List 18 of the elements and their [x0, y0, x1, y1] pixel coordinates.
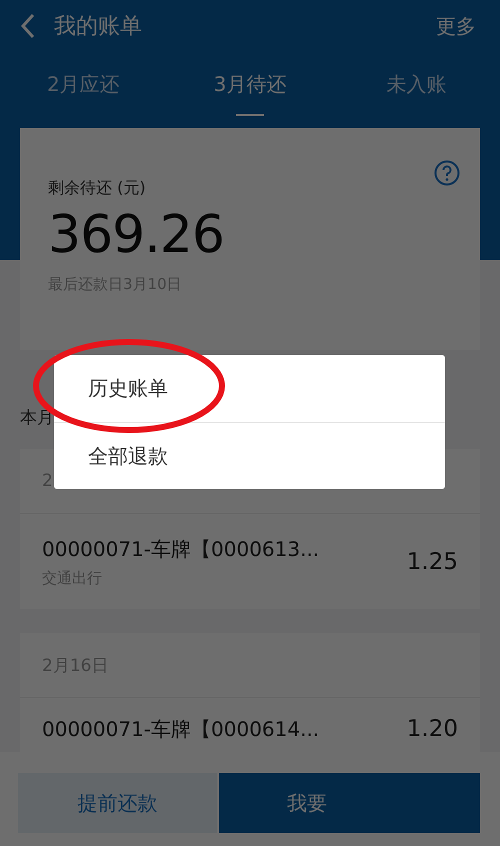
- balance-label: 剩余待还 (元): [48, 178, 147, 199]
- menu-item[interactable]: 全部退款: [54, 422, 445, 489]
- more-button[interactable]: 更多: [436, 12, 476, 40]
- tab[interactable]: 2月应还: [0, 52, 167, 128]
- tab[interactable]: 未入账: [333, 52, 500, 128]
- bill-title: 00000071-车牌【0000613...: [42, 536, 320, 562]
- repay-button[interactable]: 我要: [219, 773, 480, 833]
- menu-item[interactable]: 历史账单: [54, 355, 445, 422]
- help-icon[interactable]: [434, 160, 460, 186]
- back-button[interactable]: [20, 13, 36, 39]
- bill-amount: 1.25: [406, 548, 458, 574]
- page-title: 我的账单: [54, 13, 143, 41]
- back-icon: [20, 13, 36, 39]
- tab[interactable]: 3月待还: [166, 52, 334, 128]
- balance-amount: 369.26: [48, 205, 225, 265]
- prepay-button[interactable]: 提前还款: [18, 773, 217, 833]
- bill-title: 00000071-车牌【0000614...: [42, 716, 320, 743]
- bill-amount: 1.20: [406, 716, 458, 742]
